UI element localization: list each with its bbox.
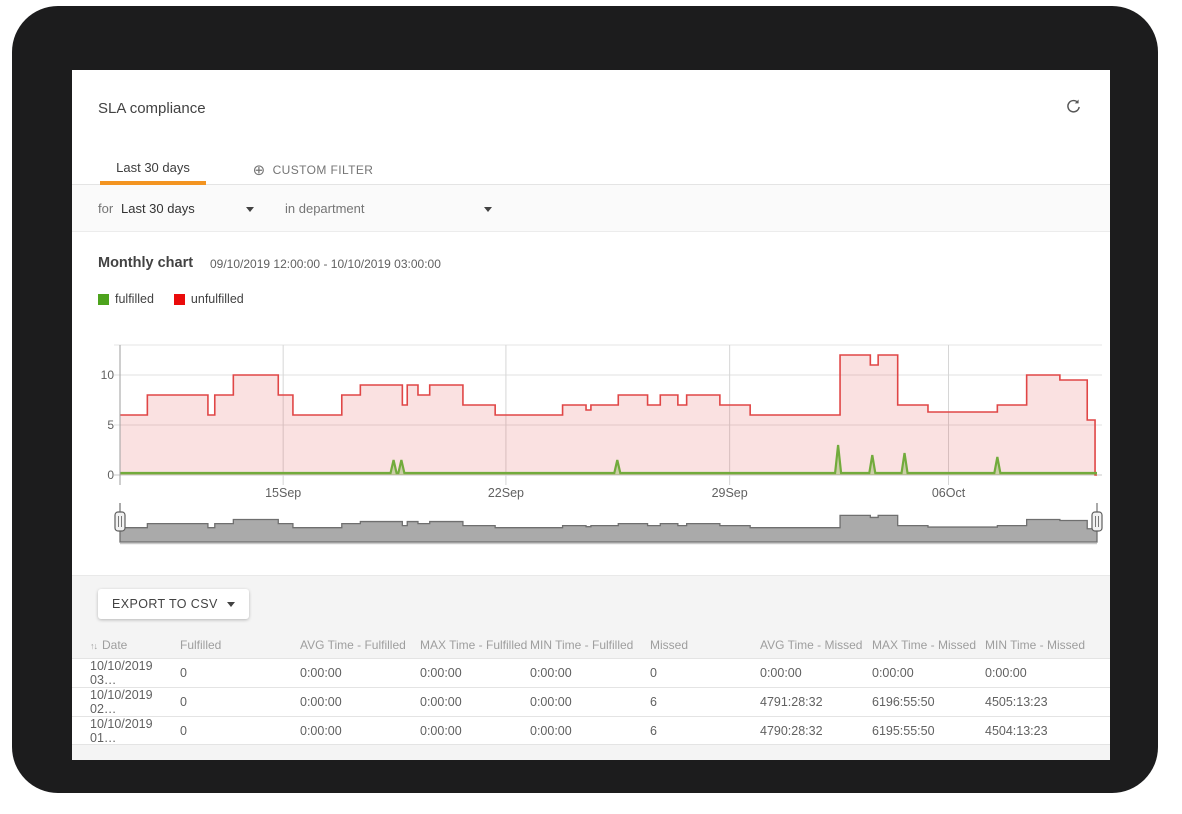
table-cell: 0 xyxy=(180,724,300,738)
filter-bar: for Last 30 days in department xyxy=(72,185,1110,232)
table-cell: 10/10/2019 03… xyxy=(90,659,180,687)
table-row[interactable]: 10/10/2019 03…00:00:000:00:000:00:0000:0… xyxy=(72,658,1110,687)
table-section: EXPORT TO CSV ↑↓DateFulfilledAVG Time - … xyxy=(72,575,1110,760)
column-header[interactable]: MIN Time - Missed xyxy=(985,638,1110,652)
period-select[interactable]: Last 30 days xyxy=(121,201,195,216)
refresh-icon[interactable] xyxy=(1065,98,1082,120)
chart-brush[interactable] xyxy=(72,502,1110,548)
table-cell: 4505:13:23 xyxy=(985,695,1110,709)
column-header[interactable]: MAX Time - Missed xyxy=(872,638,985,652)
table-cell: 0:00:00 xyxy=(530,724,650,738)
table-cell: 0:00:00 xyxy=(300,695,420,709)
page-title: SLA compliance xyxy=(98,100,206,117)
table-cell: 0 xyxy=(650,666,760,680)
department-select[interactable]: in department xyxy=(285,201,365,216)
chart-legend: fulfilled unfulfilled xyxy=(98,292,244,306)
export-to-csv-button[interactable]: EXPORT TO CSV xyxy=(98,589,249,619)
table-cell: 0:00:00 xyxy=(530,666,650,680)
for-label: for xyxy=(98,201,113,216)
table-cell: 0 xyxy=(180,666,300,680)
x-tick-label: 22Sep xyxy=(488,486,524,500)
y-tick-label: 0 xyxy=(107,468,114,482)
table-cell: 10/10/2019 02… xyxy=(90,688,180,716)
table-header-row: ↑↓DateFulfilledAVG Time - FulfilledMAX T… xyxy=(72,631,1110,658)
y-tick-label: 5 xyxy=(107,418,114,432)
column-header[interactable]: Fulfilled xyxy=(180,638,300,652)
tab-last-30-days-label: Last 30 days xyxy=(116,160,190,175)
export-caret-icon xyxy=(227,602,235,607)
table-cell: 0:00:00 xyxy=(300,724,420,738)
table-cell: 6 xyxy=(650,724,760,738)
tab-last-30-days[interactable]: Last 30 days xyxy=(100,154,206,185)
table-cell: 0:00:00 xyxy=(300,666,420,680)
sla-compliance-panel: SLA compliance Last 30 days ⊕ CUSTOM FIL… xyxy=(72,70,1110,760)
add-circle-icon: ⊕ xyxy=(253,161,266,179)
table-cell: 0:00:00 xyxy=(420,666,530,680)
table-cell: 4791:28:32 xyxy=(760,695,872,709)
y-tick-label: 10 xyxy=(101,368,115,382)
column-header[interactable]: AVG Time - Missed xyxy=(760,638,872,652)
x-tick-label: 06Oct xyxy=(932,486,966,500)
legend-item: unfulfilled xyxy=(174,292,244,306)
brush-handle-left[interactable] xyxy=(115,503,125,531)
chart-title: Monthly chart xyxy=(98,255,193,271)
department-caret-icon[interactable] xyxy=(484,207,492,212)
table-cell: 10/10/2019 01… xyxy=(90,717,180,745)
table-cell: 4504:13:23 xyxy=(985,724,1110,738)
table-cell: 0:00:00 xyxy=(420,695,530,709)
table-body: 10/10/2019 03…00:00:000:00:000:00:0000:0… xyxy=(72,658,1110,745)
column-header[interactable]: Missed xyxy=(650,638,760,652)
tab-custom-filter-label: CUSTOM FILTER xyxy=(273,163,374,177)
legend-swatch xyxy=(174,294,185,305)
x-tick-label: 29Sep xyxy=(712,486,748,500)
export-to-csv-label: EXPORT TO CSV xyxy=(112,597,218,611)
table-cell: 0:00:00 xyxy=(872,666,985,680)
column-header[interactable]: AVG Time - Fulfilled xyxy=(300,638,420,652)
legend-swatch xyxy=(98,294,109,305)
tab-bar: Last 30 days ⊕ CUSTOM FILTER xyxy=(72,154,1110,185)
column-header[interactable]: ↑↓Date xyxy=(90,638,180,652)
table-cell: 6195:55:50 xyxy=(872,724,985,738)
table-cell: 0 xyxy=(180,695,300,709)
period-caret-icon[interactable] xyxy=(246,207,254,212)
column-header[interactable]: MIN Time - Fulfilled xyxy=(530,638,650,652)
table-cell: 0:00:00 xyxy=(760,666,872,680)
table-row[interactable]: 10/10/2019 01…00:00:000:00:000:00:006479… xyxy=(72,716,1110,745)
brush-handle-right[interactable] xyxy=(1092,503,1102,531)
legend-label: fulfilled xyxy=(115,292,154,306)
table-cell: 0:00:00 xyxy=(985,666,1110,680)
table-cell: 0:00:00 xyxy=(420,724,530,738)
sla-chart: 0 5 10 15Sep 22Sep 29Sep 06Oct xyxy=(72,338,1110,502)
table-cell: 4790:28:32 xyxy=(760,724,872,738)
table-cell: 0:00:00 xyxy=(530,695,650,709)
table-row[interactable]: 10/10/2019 02…00:00:000:00:000:00:006479… xyxy=(72,687,1110,716)
table-cell: 6196:55:50 xyxy=(872,695,985,709)
legend-label: unfulfilled xyxy=(191,292,244,306)
tab-custom-filter[interactable]: ⊕ CUSTOM FILTER xyxy=(224,154,402,185)
chart-date-range: 09/10/2019 12:00:00 - 10/10/2019 03:00:0… xyxy=(210,257,441,271)
legend-item: fulfilled xyxy=(98,292,154,306)
sort-icon[interactable]: ↑↓ xyxy=(90,641,97,651)
x-tick-label: 15Sep xyxy=(265,486,301,500)
table-cell: 6 xyxy=(650,695,760,709)
column-header[interactable]: MAX Time - Fulfilled xyxy=(420,638,530,652)
